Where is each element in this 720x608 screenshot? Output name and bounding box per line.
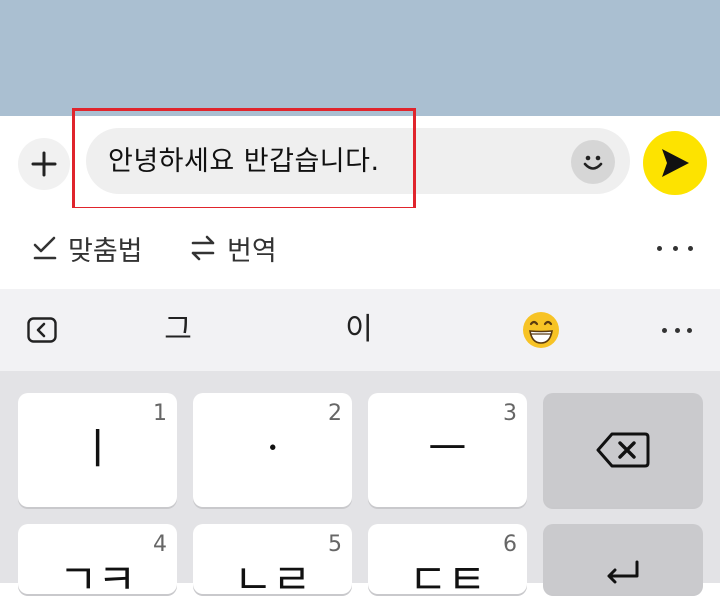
- more-dot: [657, 245, 662, 251]
- more-dot: [662, 327, 667, 333]
- smiley-icon: [583, 155, 603, 170]
- suggestion-word-1[interactable]: 그: [138, 308, 218, 352]
- spellcheck-label: 맞춤법: [68, 235, 143, 267]
- key-char: ㅣ: [78, 424, 117, 473]
- toolbar-more-button[interactable]: [657, 236, 693, 260]
- key-char: ㄷㅌ: [408, 555, 487, 604]
- checkmark-icon: [33, 236, 57, 260]
- grinning-face-emoji-icon[interactable]: [522, 311, 560, 349]
- backspace-icon: [596, 432, 650, 468]
- key-2[interactable]: 2 ㆍ: [193, 393, 352, 507]
- key-char: ㄱㅋ: [58, 555, 137, 604]
- emoticon-button[interactable]: [571, 140, 615, 184]
- highlight-box: [72, 108, 416, 210]
- attach-plus-button[interactable]: [18, 138, 70, 190]
- key-char: ㆍ: [253, 424, 292, 473]
- suggestion-word-2[interactable]: 이: [319, 308, 399, 352]
- send-button[interactable]: [643, 131, 707, 195]
- send-arrow-icon: [662, 149, 689, 177]
- key-3[interactable]: 3 ㅡ: [368, 393, 527, 507]
- key-5[interactable]: 5 ㄴㄹ: [193, 524, 352, 604]
- more-dot: [687, 327, 692, 333]
- more-dot: [688, 245, 693, 251]
- key-6[interactable]: 6 ㄷㅌ: [368, 524, 527, 604]
- plus-icon: [31, 151, 57, 177]
- swap-arrows-icon: [191, 235, 215, 261]
- key-4[interactable]: 4 ㄱㅋ: [18, 524, 177, 604]
- key-char: ㅡ: [428, 424, 467, 473]
- translate-button[interactable]: 번역: [189, 228, 277, 268]
- more-dot: [674, 327, 680, 333]
- key-1[interactable]: 1 ㅣ: [18, 393, 177, 507]
- collapse-left-icon[interactable]: [27, 317, 57, 343]
- more-dot: [672, 245, 678, 251]
- suggestion-more-button[interactable]: [662, 318, 692, 342]
- spellcheck-button[interactable]: 맞춤법: [32, 228, 143, 268]
- key-char: ㄴㄹ: [233, 555, 312, 604]
- enter-key[interactable]: [543, 524, 703, 594]
- chat-background: [0, 0, 720, 116]
- translate-label: 번역: [227, 235, 277, 267]
- enter-arrow-icon: [607, 560, 639, 584]
- backspace-key[interactable]: [543, 393, 703, 507]
